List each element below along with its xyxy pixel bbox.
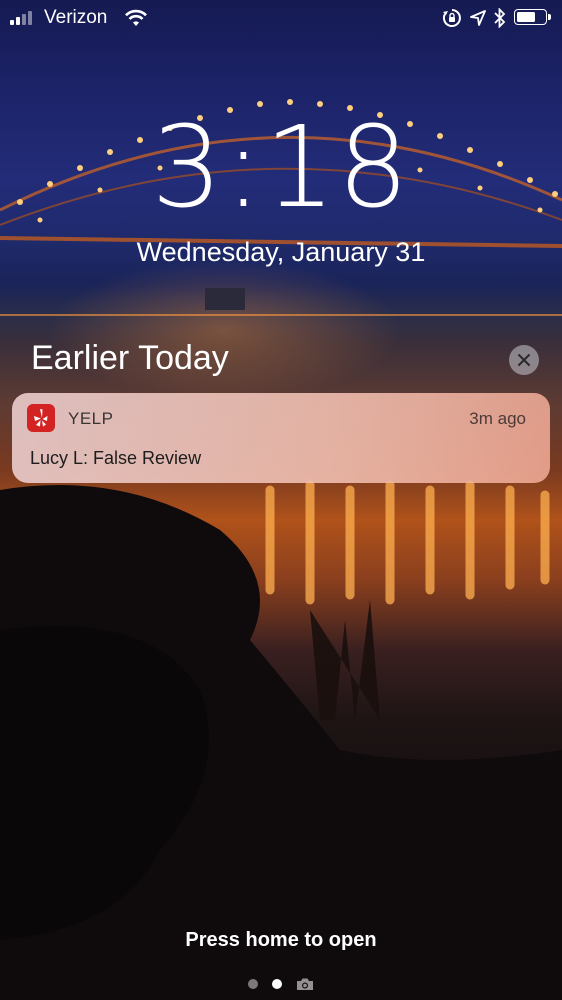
close-icon xyxy=(518,354,530,366)
shoreline-silhouette xyxy=(0,485,562,1000)
carrier-name: Verizon xyxy=(44,7,108,28)
notification-body: Lucy L: False Review xyxy=(30,448,202,468)
press-home-hint: Press home to open xyxy=(185,929,377,951)
battery-icon xyxy=(514,9,552,27)
location-arrow-icon xyxy=(470,10,486,26)
wifi-icon xyxy=(125,9,147,26)
notification-time: 3m ago xyxy=(469,409,526,428)
page-indicator[interactable] xyxy=(0,977,562,991)
lock-screen-time: 3:18 xyxy=(151,103,411,233)
page-dot[interactable] xyxy=(248,979,258,989)
yelp-burst-icon xyxy=(34,409,48,427)
clear-notifications-button[interactable] xyxy=(509,345,539,375)
notification-section-title: Earlier Today xyxy=(31,339,229,377)
status-bar: Verizon xyxy=(0,0,562,38)
notification-card[interactable]: YELP 3m ago Lucy L: False Review xyxy=(12,393,550,483)
signal-bars-icon xyxy=(10,11,32,25)
status-icons xyxy=(442,8,552,28)
lock-screen-date: Wednesday, January 31 xyxy=(136,237,426,267)
orientation-lock-icon xyxy=(442,9,461,27)
bluetooth-icon xyxy=(494,8,506,28)
notification-app-name: YELP xyxy=(68,409,114,428)
camera-icon[interactable] xyxy=(296,977,314,991)
yelp-app-icon xyxy=(27,404,55,432)
page-dot-active[interactable] xyxy=(272,979,282,989)
